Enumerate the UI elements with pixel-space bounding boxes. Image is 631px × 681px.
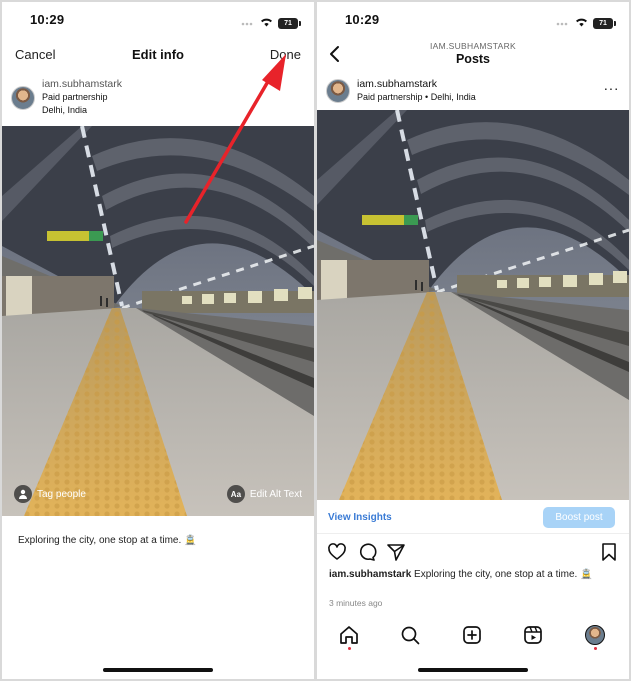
done-button[interactable]: Done [270, 47, 301, 62]
status-time: 10:29 [30, 12, 65, 27]
bottom-tab-bar [317, 622, 629, 652]
bookmark-icon[interactable] [599, 542, 619, 562]
status-icons: 71 [556, 14, 616, 32]
view-insights-link[interactable]: View Insights [328, 512, 392, 523]
battery-icon: 71 [593, 17, 616, 29]
tag-people-button[interactable]: Tag people [14, 485, 86, 503]
alt-text-icon: Aa [226, 485, 245, 503]
avatar[interactable] [326, 79, 350, 103]
search-icon[interactable] [399, 624, 421, 646]
insights-row: View Insights Boost post [317, 506, 629, 534]
edit-alt-text-button[interactable]: Aa Edit Alt Text [226, 485, 302, 503]
avatar [585, 625, 605, 645]
status-bar: 10:29 71 [2, 2, 314, 40]
status-icons: 71 [241, 14, 301, 32]
profile-username-header: IAM.SUBHAMSTARK [429, 41, 517, 51]
avatar[interactable] [11, 86, 35, 110]
edit-info-screen: 10:29 71 Cancel Edit info Done iam.subha… [2, 2, 314, 679]
boost-post-button[interactable]: Boost post [543, 507, 615, 528]
post-photo[interactable] [317, 110, 629, 500]
create-icon[interactable] [461, 624, 483, 646]
status-time: 10:29 [345, 12, 380, 27]
profile-avatar-icon[interactable] [584, 624, 606, 646]
caption-username[interactable]: iam.subhamstark [329, 569, 411, 580]
posts-screen: 10:29 71 IAM.SUBHAMSTARK Posts iam.subha… [317, 2, 629, 679]
tag-people-label: Tag people [37, 488, 86, 500]
caption-text: Exploring the city, one stop at a time. … [414, 569, 593, 580]
heart-icon[interactable] [327, 542, 347, 562]
post-actions [317, 540, 629, 564]
post-meta-line[interactable]: Paid partnership • Delhi, India [357, 92, 476, 102]
battery-icon: 71 [278, 17, 301, 29]
status-bar: 10:29 71 [317, 2, 629, 40]
signal-icon [241, 14, 255, 32]
post-header: iam.subhamstark Paid partnership Delhi, … [2, 78, 314, 128]
wifi-icon [575, 14, 588, 32]
home-icon[interactable] [338, 624, 360, 646]
home-notification-dot [348, 647, 351, 650]
posts-nav-bar: IAM.SUBHAMSTARK Posts [317, 40, 629, 70]
post-timestamp: 3 minutes ago [329, 598, 383, 608]
share-icon[interactable] [386, 542, 406, 562]
paid-partnership-label: Paid partnership [42, 92, 108, 102]
post-photo: Tag people Aa Edit Alt Text [2, 126, 314, 516]
wifi-icon [260, 14, 273, 32]
metro-station-image [2, 126, 314, 516]
post-username[interactable]: iam.subhamstark [357, 78, 437, 90]
location-label: Delhi, India [42, 105, 88, 115]
edit-nav-bar: Cancel Edit info Done [2, 40, 314, 70]
home-indicator [103, 668, 213, 672]
page-title: Posts [455, 52, 491, 66]
post-caption: iam.subhamstark Exploring the city, one … [329, 568, 617, 581]
page-title: Edit info [132, 47, 184, 62]
more-icon[interactable]: ··· [604, 81, 620, 95]
home-indicator [418, 668, 528, 672]
signal-icon [556, 14, 570, 32]
caption-input[interactable]: Exploring the city, one stop at a time. … [18, 535, 196, 546]
post-username: iam.subhamstark [42, 78, 122, 90]
profile-notification-dot [594, 647, 597, 650]
comment-icon[interactable] [357, 542, 377, 562]
person-icon [14, 485, 32, 503]
edit-alt-text-label: Edit Alt Text [249, 488, 302, 500]
reels-icon[interactable] [522, 624, 544, 646]
metro-station-image [317, 110, 629, 500]
